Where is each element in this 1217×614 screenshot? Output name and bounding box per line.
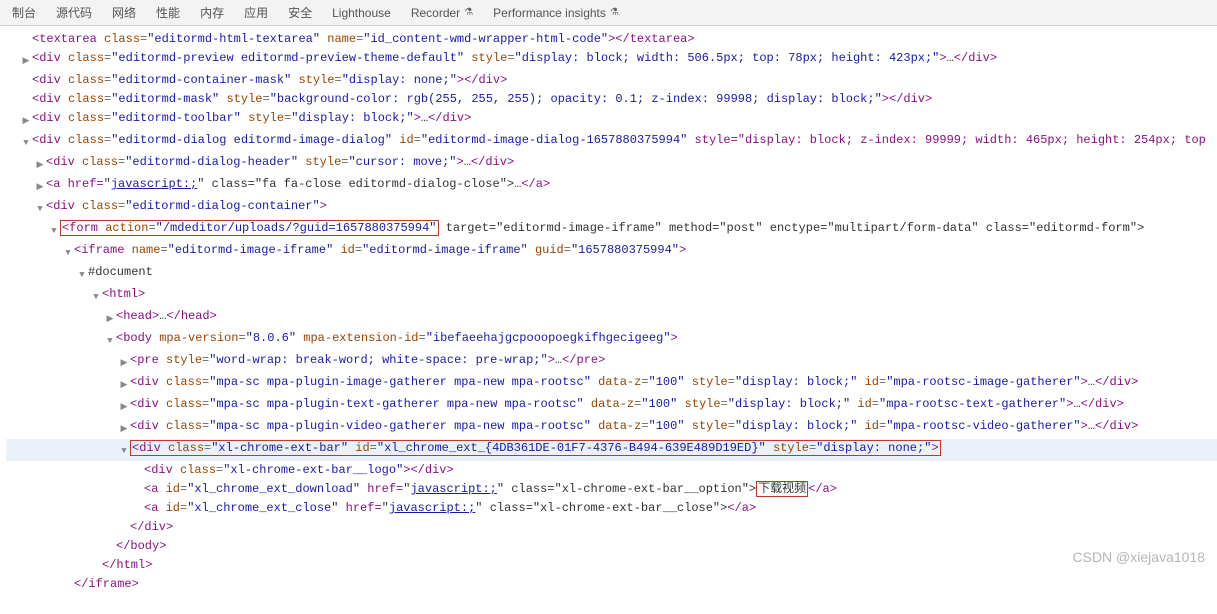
dom-tree-row[interactable]: </body> [6,537,1217,556]
dom-node-content[interactable]: <div class="editormd-container-mask" sty… [32,71,507,90]
dom-tree-row[interactable]: <div class="xl-chrome-ext-bar" id="xl_ch… [6,439,1217,461]
expand-arrow-right-icon[interactable] [118,395,130,417]
dom-node-content[interactable]: </html> [102,556,152,575]
dom-node-content[interactable]: <a id="xl_chrome_ext_close" href="javasc… [144,499,756,518]
dom-node-content[interactable]: <body mpa-version="8.0.6" mpa-extension-… [116,329,678,348]
tab-network[interactable]: 网络 [102,0,146,25]
dom-node-content[interactable]: <div class="editormd-preview editormd-pr… [32,49,997,68]
dom-node-content[interactable]: </body> [116,537,166,556]
dom-node-content[interactable]: <div class="editormd-dialog-header" styl… [46,153,514,172]
dom-tree-row[interactable]: <a href="javascript:;" class="fa fa-clos… [6,175,1217,197]
expand-arrow-right-icon[interactable] [118,351,130,373]
tab-security[interactable]: 安全 [278,0,322,25]
dom-node-content[interactable]: <div class="xl-chrome-ext-bar" id="xl_ch… [130,439,941,458]
dom-tree-row[interactable]: </iframe> [6,575,1217,594]
flask-icon: ⚗ [610,7,619,18]
dom-tree-row[interactable]: #document [6,263,1217,285]
dom-node-content[interactable]: <div class="editormd-dialog-container"> [46,197,327,216]
no-arrow [20,90,32,93]
dom-node-content[interactable]: </div> [130,518,173,537]
dom-node-content[interactable]: <div class="mpa-sc mpa-plugin-image-gath… [130,373,1138,392]
dom-tree-row[interactable]: <div class="editormd-dialog-container"> [6,197,1217,219]
no-arrow [132,480,144,483]
devtools-tabs: 制台 源代码 网络 性能 内存 应用 安全 Lighthouse Recorde… [0,0,1217,26]
dom-tree-row[interactable]: <a id="xl_chrome_ext_download" href="jav… [6,480,1217,499]
expand-arrow-down-icon[interactable] [90,285,102,307]
dom-tree-row[interactable]: <form action="/mdeditor/uploads/?guid=16… [6,219,1217,241]
no-arrow [20,71,32,74]
dom-tree-row[interactable]: <div class="mpa-sc mpa-plugin-video-gath… [6,417,1217,439]
dom-node-content[interactable]: <a href="javascript:;" class="fa fa-clos… [46,175,550,194]
no-arrow [132,499,144,502]
no-arrow [132,461,144,464]
dom-tree-row[interactable]: <div class="xl-chrome-ext-bar__logo"></d… [6,461,1217,480]
expand-arrow-right-icon[interactable] [20,109,32,131]
dom-node-content[interactable]: <pre style="word-wrap: break-word; white… [130,351,605,370]
dom-node-content[interactable]: <form action="/mdeditor/uploads/?guid=16… [60,219,1144,238]
tab-application[interactable]: 应用 [234,0,278,25]
dom-node-content[interactable]: <textarea class="editormd-html-textarea"… [32,30,695,49]
dom-tree: <textarea class="editormd-html-textarea"… [0,26,1217,614]
expand-arrow-right-icon[interactable] [34,153,46,175]
no-arrow [90,556,102,559]
dom-node-content[interactable]: <html> [102,285,145,304]
dom-node-content[interactable]: <div class="editormd-dialog editormd-ima… [32,131,1206,150]
dom-tree-row[interactable]: <div class="mpa-sc mpa-plugin-text-gathe… [6,395,1217,417]
dom-tree-row[interactable]: <div class="mpa-sc mpa-plugin-image-gath… [6,373,1217,395]
dom-tree-row[interactable]: <div class="editormd-mask" style="backgr… [6,90,1217,109]
dom-node-content[interactable]: <div class="editormd-mask" style="backgr… [32,90,932,109]
dom-tree-row[interactable]: <div class="editormd-preview editormd-pr… [6,49,1217,71]
dom-tree-row[interactable]: <a id="xl_chrome_ext_close" href="javasc… [6,499,1217,518]
expand-arrow-down-icon[interactable] [20,131,32,153]
dom-tree-row[interactable]: <body mpa-version="8.0.6" mpa-extension-… [6,329,1217,351]
dom-tree-row[interactable]: <textarea class="editormd-html-textarea"… [6,30,1217,49]
expand-arrow-down-icon[interactable] [48,219,60,241]
no-arrow [104,537,116,540]
tab-insights[interactable]: Performance insights⚗ [483,2,629,24]
tab-console[interactable]: 制台 [2,0,46,25]
expand-arrow-down-icon[interactable] [104,329,116,351]
dom-tree-row[interactable]: <html> [6,285,1217,307]
expand-arrow-down-icon[interactable] [118,439,130,461]
tab-sources[interactable]: 源代码 [46,0,102,25]
dom-tree-row[interactable]: <head>…</head> [6,307,1217,329]
tab-recorder[interactable]: Recorder⚗ [401,2,483,24]
no-arrow [118,518,130,521]
expand-arrow-right-icon[interactable] [20,49,32,71]
no-arrow [20,30,32,33]
expand-arrow-right-icon[interactable] [104,307,116,329]
tab-memory[interactable]: 内存 [190,0,234,25]
dom-tree-row[interactable]: <div class="editormd-dialog editormd-ima… [6,131,1217,153]
dom-node-content[interactable]: <div class="xl-chrome-ext-bar__logo"></d… [144,461,454,480]
expand-arrow-right-icon[interactable] [34,175,46,197]
dom-node-content[interactable]: </iframe> [74,575,139,594]
dom-node-content[interactable]: <div class="editormd-toolbar" style="dis… [32,109,471,128]
tab-performance[interactable]: 性能 [146,0,190,25]
expand-arrow-down-icon[interactable] [34,197,46,219]
dom-tree-row[interactable]: </div> [6,518,1217,537]
dom-node-content[interactable]: <a id="xl_chrome_ext_download" href="jav… [144,480,837,499]
dom-tree-row[interactable]: </html> [6,556,1217,575]
tab-lighthouse[interactable]: Lighthouse [322,2,401,24]
flask-icon: ⚗ [464,7,473,18]
dom-tree-row[interactable]: <iframe name="editormd-image-iframe" id=… [6,241,1217,263]
dom-tree-row[interactable]: <div class="editormd-dialog-header" styl… [6,153,1217,175]
dom-tree-row[interactable]: <pre style="word-wrap: break-word; white… [6,351,1217,373]
expand-arrow-right-icon[interactable] [118,417,130,439]
dom-tree-row[interactable]: <div class="editormd-toolbar" style="dis… [6,109,1217,131]
dom-node-content[interactable]: #document [88,263,153,282]
expand-arrow-down-icon[interactable] [76,263,88,285]
dom-node-content[interactable]: <div class="mpa-sc mpa-plugin-video-gath… [130,417,1138,436]
dom-node-content[interactable]: <div class="mpa-sc mpa-plugin-text-gathe… [130,395,1124,414]
dom-node-content[interactable]: <iframe name="editormd-image-iframe" id=… [74,241,686,260]
dom-tree-row[interactable]: <div class="editormd-container-mask" sty… [6,71,1217,90]
expand-arrow-right-icon[interactable] [118,373,130,395]
no-arrow [62,575,74,578]
dom-node-content[interactable]: <head>…</head> [116,307,217,326]
expand-arrow-down-icon[interactable] [62,241,74,263]
